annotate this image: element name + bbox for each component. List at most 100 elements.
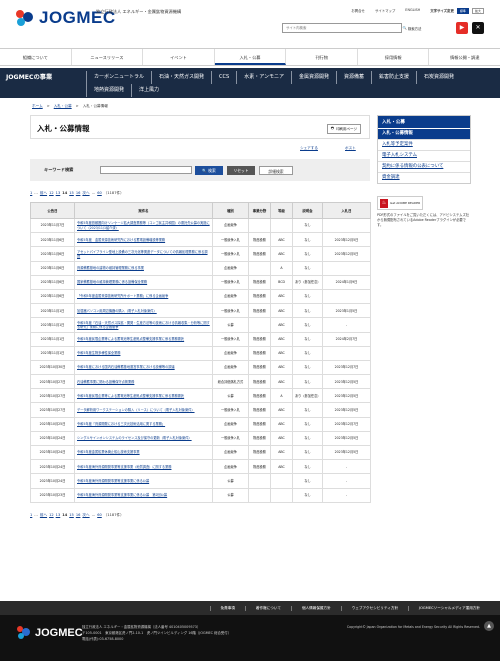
gnav-disclosure[interactable]: 情報公開・調達 [429, 49, 500, 65]
footer-link-social[interactable]: JOGMECソーシャルメディア運用方針 [408, 605, 490, 611]
font-size-standard-button[interactable]: 標準 [456, 8, 469, 14]
subnav-stockpiling[interactable]: 資源備蓄 [336, 71, 371, 84]
col-briefing[interactable]: 説明会 [292, 202, 323, 219]
sitemap-link[interactable]: サイトマップ [375, 8, 395, 14]
gnav-news[interactable]: ニュースリリース [72, 49, 144, 65]
tender-title-link[interactable]: 資源備蓄基地の建物の維持管理業務に係る事業 [77, 266, 144, 270]
footer-link-copyright[interactable]: 著作権について [244, 605, 291, 611]
sidebar-item-planned[interactable]: 入札等予定案件 [378, 140, 470, 151]
page-title-row: 入札・公募情報 🖶 印刷用ページ [30, 115, 370, 139]
subnav-ccs[interactable]: CCS [211, 71, 236, 84]
adobe-pdf-icon: ♨ [380, 198, 388, 208]
tender-title-link[interactable]: アセットパイプライン型地上設備の三次元化等関連データについての情報処理業務に係る… [77, 250, 208, 258]
post-link[interactable]: ポスト [345, 146, 356, 151]
pager-next[interactable]: 次へ [82, 513, 89, 521]
pager-first[interactable]: 1 [30, 513, 32, 521]
keyword-input[interactable] [100, 166, 192, 174]
pager-last[interactable]: 60 [97, 513, 102, 521]
col-grade[interactable]: 等級 [270, 202, 293, 219]
tender-title-link[interactable]: 令和5年度首都圏向けリンケージ拡大調査業務等（コンゴ民主共和国）の委託先公募の実… [77, 221, 210, 229]
sidebar-item-funding[interactable]: 資金調達 [378, 173, 470, 183]
tender-title-link[interactable]: 国家備蓄基地の維持管理業務に係る設備保全業務 [77, 280, 147, 284]
pager-first[interactable]: 1 [30, 191, 32, 199]
tender-title-link[interactable]: 令和5年度民間企業等による蓄電池等生産拠点整備支援事業に係る業務委託 [77, 337, 184, 341]
breadcrumb-home[interactable]: ホーム [32, 104, 43, 109]
gnav-recruit[interactable]: 採用情報 [358, 49, 430, 65]
youtube-icon[interactable]: ▶ [456, 22, 468, 34]
pager-last[interactable]: 60 [97, 191, 102, 199]
pager-prev[interactable]: 前へ [40, 513, 47, 521]
sidebar-heading[interactable]: 入札・公募 [378, 116, 470, 129]
pager-page[interactable]: 12 [49, 513, 54, 521]
col-title[interactable]: 案件名 [74, 202, 213, 219]
gnav-publications[interactable]: 刊行物 [286, 49, 358, 65]
tender-title-link[interactable]: 令和5年度「資源開発における三次元技術活用に関する業務」 [77, 422, 165, 426]
col-date[interactable]: 公告日 [30, 202, 75, 219]
page-top-icon[interactable]: ▲ [484, 621, 494, 631]
sidebar-item-e-bid[interactable]: 電子入札システム [378, 151, 470, 162]
gnav-organization[interactable]: 組織について [0, 49, 72, 65]
tender-title-link[interactable]: 令和5年度海外資源開発事業等支援事業に係る公募 [77, 479, 149, 483]
tender-title-link[interactable]: 令和5年度海外資源開発事業等支援事業（地質調査）に関する業務 [77, 465, 171, 469]
sidebar-item-contract-info[interactable]: 契約に係る情報の公表について [378, 162, 470, 173]
gnav-events[interactable]: イベント [143, 49, 215, 65]
subnav-oil-gas[interactable]: 石油・天然ガス開発 [151, 71, 211, 84]
detail-search-button[interactable]: 詳細検索 [259, 165, 293, 175]
pager-prev[interactable]: 前へ [40, 191, 47, 199]
print-page-button[interactable]: 🖶 印刷用ページ [326, 124, 361, 134]
keyword-search-button[interactable]: 🔍 検索 [195, 165, 223, 175]
cell-briefing: あり（参加任意） [292, 274, 323, 290]
cell-date: 2023年10月24日 [30, 430, 75, 447]
pager-page[interactable]: 15 [69, 191, 74, 199]
cell-field: 物品役務 [248, 459, 271, 475]
adobe-reader-button[interactable]: ♨ Get ADOBE READER [377, 196, 423, 210]
breadcrumb-tender[interactable]: 入札・公募 [54, 104, 72, 109]
site-search-input[interactable]: サイト内検索 [282, 23, 402, 33]
tender-title-link[interactable]: 令和5年度海外資源開発事業等支援事業に係る公募 第2回公募 [77, 493, 167, 497]
tender-title-link[interactable]: 令和5年度「石油・天然ガス探鉱・開発・生産方法等の技術における情報収集・分析等に… [77, 321, 210, 329]
pager-page[interactable]: 15 [69, 513, 74, 521]
x-twitter-icon[interactable]: ✕ [472, 22, 484, 34]
subnav-geothermal[interactable]: 地熱資源開発 [86, 84, 131, 97]
pager-page[interactable]: 13 [56, 191, 61, 199]
tender-title-link[interactable]: 令和5年度生物多様性保全業務 [77, 351, 120, 355]
footer-logo[interactable]: JOGMEC [16, 625, 83, 641]
subnav-metals[interactable]: 金属資源開発 [291, 71, 336, 84]
font-size-large-button[interactable]: 拡大 [472, 8, 484, 14]
tender-title-link[interactable]: 令和5年度における国内石油備蓄基地運営事業における設備等の調達 [77, 365, 175, 369]
footer-link-disclaimer[interactable]: 免責事項 [209, 605, 245, 611]
tender-title-link[interactable]: 令和5年度民間企業等による蓄電池等生産拠点整備支援事業に係る業務委託 [77, 394, 184, 398]
tender-title-link[interactable]: 石油備蓄事業に関わる設備保守点検業務 [77, 380, 134, 384]
subnav-hydrogen[interactable]: 水素・アンモニア [236, 71, 291, 84]
tender-title-link[interactable]: 令和5年度金属鉱業休廃止鉱山技術支援事業 [77, 450, 140, 454]
pager-page[interactable]: 16 [76, 191, 81, 199]
col-type[interactable]: 種別 [212, 202, 249, 219]
col-bid-date[interactable]: 入札日 [322, 202, 371, 219]
gnav-tender[interactable]: 入札・公募 [214, 49, 287, 65]
subnav-mine-pollution[interactable]: 鉱害防止支援 [371, 71, 416, 84]
subnav-coal[interactable]: 石炭資源開発 [416, 71, 461, 84]
cell-date: 2023年11月7日 [30, 217, 75, 234]
subnav-offshore-wind[interactable]: 洋上風力 [131, 84, 166, 97]
footer-link-accessibility[interactable]: ウェブアクセシビリティ方針 [340, 605, 408, 611]
col-field[interactable]: 事業分野 [248, 202, 271, 219]
search-method-button[interactable]: 🔍 検索方法 [402, 23, 422, 33]
tender-title-link[interactable]: データ解析用ワークステーションの購入（リース）について（電子入札対象案件） [77, 408, 195, 412]
pager-page[interactable]: 12 [49, 191, 54, 199]
cell-bid-date: 2023年12月7日 [322, 359, 371, 376]
tender-title-link[interactable]: 令和5年度 金属資源技術研究所における蓄電設備増設等業務 [77, 238, 165, 242]
pager-page[interactable]: 13 [56, 513, 61, 521]
pager-page[interactable]: 16 [76, 513, 81, 521]
reset-button[interactable]: リセット [227, 165, 255, 175]
tender-title-link[interactable]: 「令和5年度金属資源技術研究所サポート業務」に係る企画競争 [77, 294, 168, 298]
tender-title-link[interactable]: 加湿器パソコン用周辺機器の購入（電子入札対象案件） [77, 309, 157, 313]
pager-next[interactable]: 次へ [82, 191, 89, 199]
sidebar-item-tender-info[interactable]: 入札・公募情報 [378, 129, 470, 140]
english-link[interactable]: ENGLISH [405, 8, 420, 14]
contact-link[interactable]: お問合せ [351, 8, 365, 14]
cell-field: 物品役務 [248, 303, 271, 319]
tender-title-link[interactable]: シングルサインオンシステムのライセンス及び保守の更新（電子入札対象案件） [77, 436, 192, 440]
share-link[interactable]: シェアする [300, 146, 318, 151]
footer-link-privacy[interactable]: 個人情報保護方針 [290, 605, 341, 611]
subnav-carbon-neutral[interactable]: カーボンニュートラル [86, 71, 151, 84]
